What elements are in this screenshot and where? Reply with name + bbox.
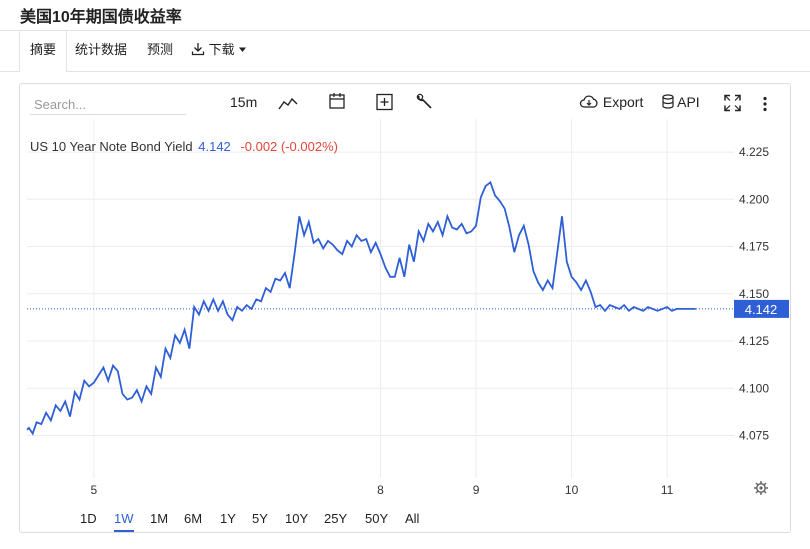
x-tick-label: 5 xyxy=(91,483,98,497)
tab-download-label: 下载 xyxy=(208,42,235,57)
range-10y[interactable]: 10Y xyxy=(285,508,308,530)
range-6m[interactable]: 6M xyxy=(184,508,202,530)
y-tick-label: 4.200 xyxy=(739,192,769,206)
y-tick-label: 4.175 xyxy=(739,240,769,254)
series-name: US 10 Year Note Bond Yield xyxy=(30,139,193,154)
range-1y[interactable]: 1Y xyxy=(220,508,236,530)
y-tick-label: 4.075 xyxy=(739,428,769,442)
tab-summary[interactable]: 摘要 xyxy=(19,31,67,72)
x-tick-label: 11 xyxy=(661,483,674,497)
caret-down-icon xyxy=(239,47,247,52)
range-1d[interactable]: 1D xyxy=(80,508,97,530)
range-1m[interactable]: 1M xyxy=(150,508,168,530)
y-tick-label: 4.100 xyxy=(739,381,769,395)
x-tick-label: 10 xyxy=(565,483,579,497)
page-title: 美国10年期国债收益率 xyxy=(20,9,182,26)
series-legend: US 10 Year Note Bond Yield 4.142 -0.002 … xyxy=(30,139,338,154)
chart-panel: 15m Export API xyxy=(19,83,791,533)
range-5y[interactable]: 5Y xyxy=(252,508,268,530)
series-value: 4.142 xyxy=(198,139,231,154)
y-tick-label: 4.125 xyxy=(739,334,769,348)
range-50y[interactable]: 50Y xyxy=(365,508,388,530)
price-tag-label: 4.142 xyxy=(745,302,778,317)
x-tick-label: 8 xyxy=(377,483,384,497)
tab-statistics[interactable]: 统计数据 xyxy=(75,31,127,71)
download-icon xyxy=(191,43,205,56)
tab-forecast[interactable]: 预测 xyxy=(147,31,173,71)
series-line xyxy=(26,180,696,436)
tab-bar: 摘要 统计数据 预测 下载 xyxy=(0,30,810,72)
price-tag: 4.142 xyxy=(734,299,789,318)
x-tick-label: 9 xyxy=(473,483,480,497)
series-change: -0.002 (-0.002%) xyxy=(240,139,338,154)
range-all[interactable]: All xyxy=(405,508,419,530)
tab-download[interactable]: 下载 xyxy=(191,31,247,71)
range-1w[interactable]: 1W xyxy=(114,508,134,532)
range-25y[interactable]: 25Y xyxy=(324,508,347,530)
y-tick-label: 4.225 xyxy=(739,145,769,159)
settings-gear-icon[interactable] xyxy=(754,481,768,495)
y-tick-label: 4.150 xyxy=(739,287,769,301)
